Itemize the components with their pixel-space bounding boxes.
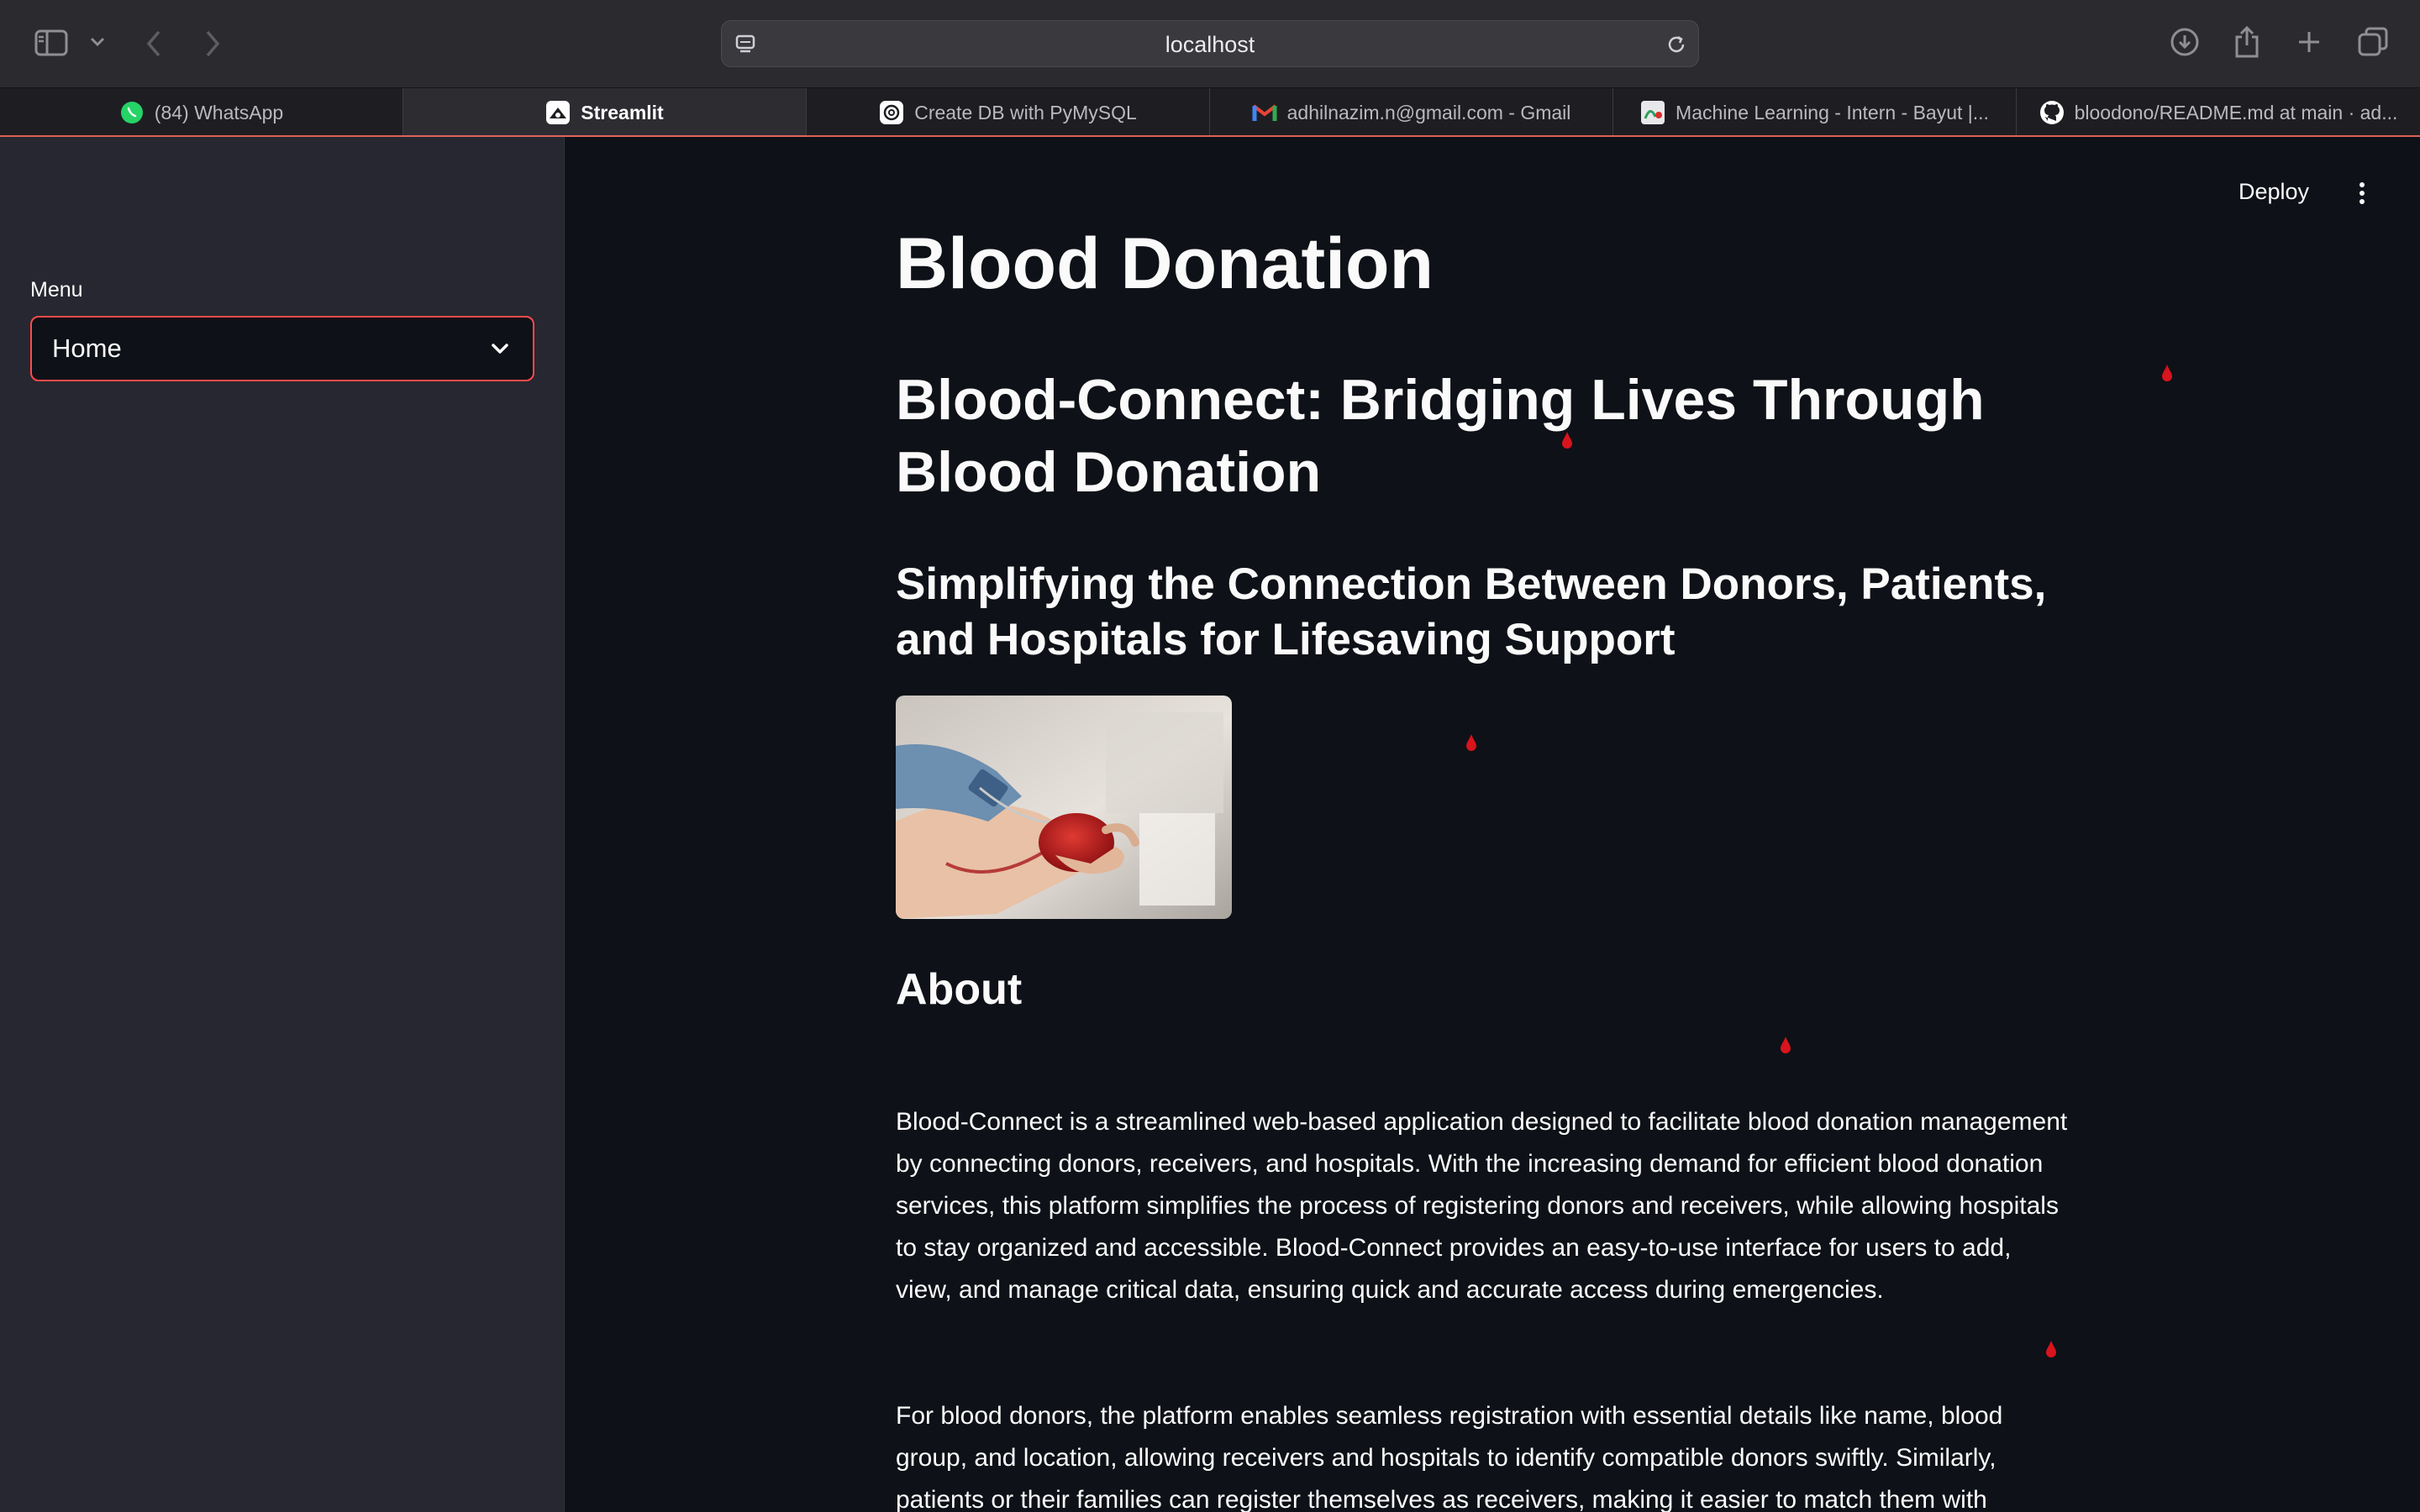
page-subtitle: Blood-Connect: Bridging Lives Through Bl… <box>896 368 1985 504</box>
whatsapp-icon <box>119 100 145 125</box>
menu-select[interactable]: Home <box>30 316 534 381</box>
tab-bayut[interactable]: Machine Learning - Intern - Bayut |... <box>1613 88 2017 137</box>
chevron-down-icon[interactable] <box>489 338 511 364</box>
tab-label: adhilnazim.n@gmail.com - Gmail <box>1286 101 1571 123</box>
tab-chatgpt[interactable]: Create DB with PyMySQL <box>807 88 1210 137</box>
deploy-button[interactable]: Deploy <box>2238 179 2309 205</box>
forward-icon[interactable] <box>200 27 225 60</box>
share-icon[interactable] <box>2232 24 2262 60</box>
sidebar-toggle-icon[interactable] <box>34 29 69 57</box>
url-text: localhost <box>1165 32 1255 57</box>
sidebar: Menu Home <box>0 137 565 1512</box>
menu-label: Menu <box>30 278 83 302</box>
tab-overview-icon[interactable] <box>2356 25 2390 59</box>
browser-toolbar: localhost <box>0 0 2420 87</box>
blood-drop-icon <box>2162 365 2172 381</box>
blood-drop-icon <box>1781 1037 1791 1053</box>
tab-github[interactable]: bloodono/README.md at main · ad... <box>2017 88 2420 137</box>
main-content: Deploy Blood Donation Blood-Connect: Bri… <box>565 137 2420 1512</box>
chevron-down-icon[interactable] <box>87 32 108 52</box>
more-options-icon[interactable] <box>2349 181 2375 206</box>
github-icon <box>2039 100 2065 125</box>
new-tab-icon[interactable] <box>2294 27 2324 57</box>
tab-label: Machine Learning - Intern - Bayut |... <box>1676 101 1989 123</box>
tab-gmail[interactable]: adhilnazim.n@gmail.com - Gmail <box>1210 88 1613 137</box>
streamlit-icon <box>545 100 571 125</box>
about-paragraph-2: For blood donors, the platform enables s… <box>896 1402 2003 1512</box>
blood-donation-image <box>896 696 1232 919</box>
address-bar[interactable]: localhost <box>721 20 1699 67</box>
tagline: Simplifying the Connection Between Donor… <box>896 559 2047 664</box>
downloads-icon[interactable] <box>2168 25 2202 59</box>
openai-icon <box>879 100 904 125</box>
blood-drop-icon <box>2046 1341 2056 1357</box>
tab-strip: (84) WhatsApp Streamlit Create DB with P… <box>0 87 2420 138</box>
about-paragraph-1: Blood-Connect is a streamlined web-based… <box>896 1108 2068 1304</box>
blood-drop-icon <box>1466 734 1476 751</box>
back-icon[interactable] <box>141 27 166 60</box>
menu-select-value: Home <box>52 333 122 363</box>
tab-whatsapp[interactable]: (84) WhatsApp <box>0 88 403 137</box>
page-title: Blood Donation <box>896 223 1434 304</box>
reload-icon[interactable] <box>1665 33 1688 56</box>
tab-label: Create DB with PyMySQL <box>914 101 1137 123</box>
blood-drop-icon <box>1562 432 1572 449</box>
gmail-icon <box>1252 100 1277 125</box>
bayut-icon <box>1640 100 1665 125</box>
tab-label: Streamlit <box>581 101 664 123</box>
tab-streamlit[interactable]: Streamlit <box>403 88 807 137</box>
tab-label: (84) WhatsApp <box>154 101 284 123</box>
tab-label: bloodono/README.md at main · ad... <box>2074 101 2398 123</box>
about-heading: About <box>896 965 1023 1014</box>
